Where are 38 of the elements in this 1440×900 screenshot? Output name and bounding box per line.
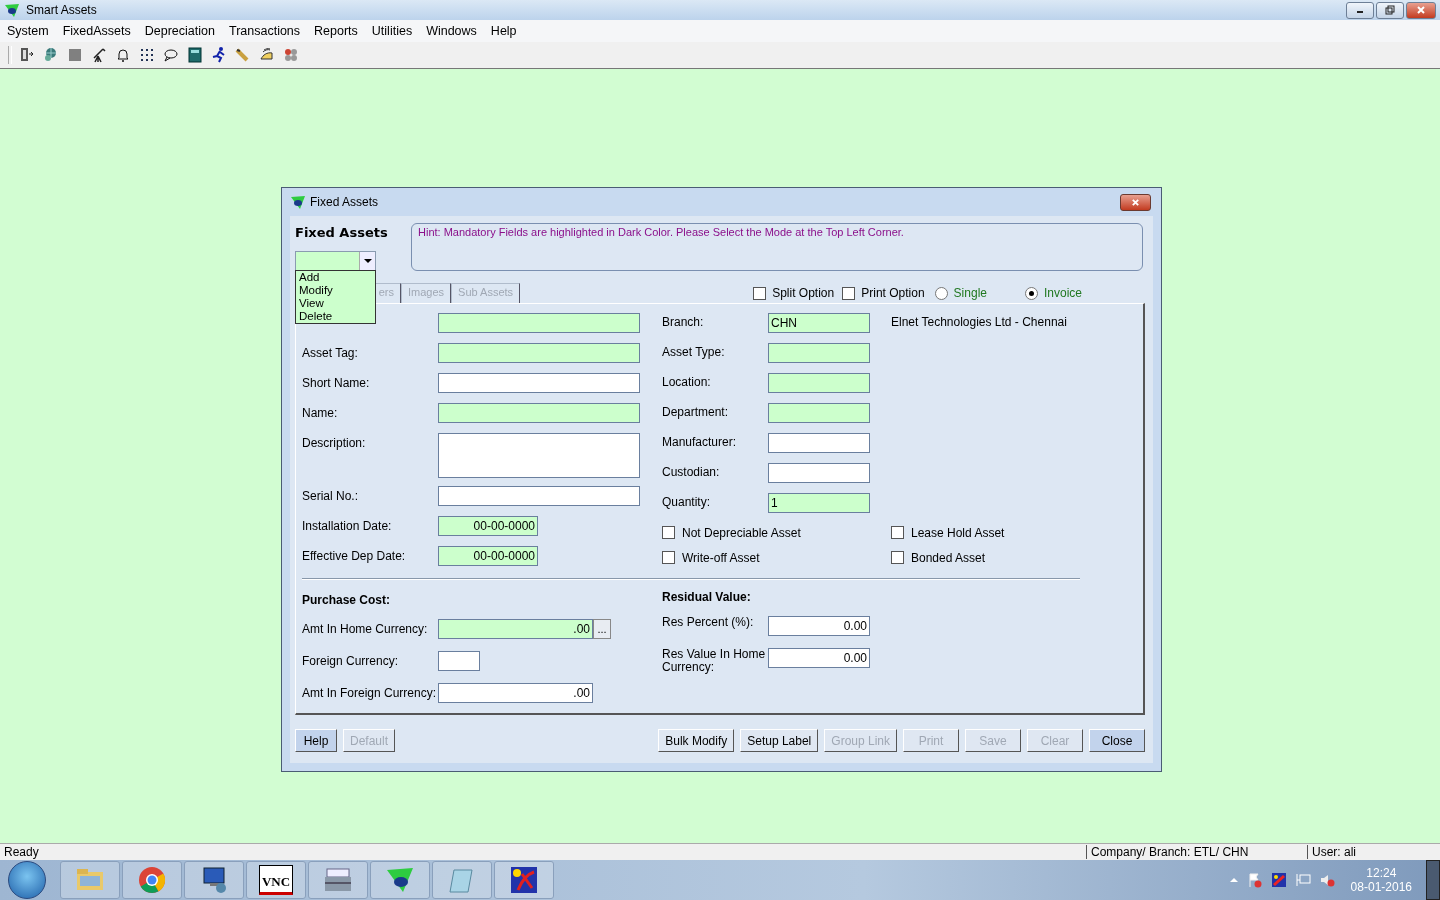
hint-text: Hint: Mandatory Fields are highlighted in Dark Color. Please Select the Mode at the Top Left Corner.	[418, 226, 904, 238]
checkbox-label: Lease Hold Asset	[911, 525, 1005, 540]
field-label: Asset Tag:	[302, 346, 358, 360]
field-label: Name:	[302, 406, 338, 420]
field-label: Foreign Currency:	[302, 654, 399, 668]
vnc-logo: VNC	[258, 865, 294, 895]
field-label: Quantity:	[662, 494, 712, 509]
field-label: Installation Date:	[302, 519, 392, 533]
form-heading: Fixed Assets	[295, 225, 389, 240]
status-text: Company/ Branch: ETL/ CHN	[1086, 845, 1307, 859]
field-label: Res Value In Home Currency:	[662, 647, 766, 674]
field-label: Department:	[662, 404, 730, 419]
status-text: Ready	[3, 845, 40, 859]
field-label: Serial No.:	[302, 489, 359, 503]
field-label: Amt In Foreign Currency:	[302, 686, 437, 700]
section-heading: Residual Value:	[662, 590, 752, 606]
field-label: Location:	[662, 374, 712, 389]
field-label: Custodian:	[662, 464, 721, 479]
field-label: Branch:	[662, 314, 705, 329]
status-text: User: ali	[1307, 845, 1356, 859]
checkbox-label: Not Depreciable Asset	[682, 525, 801, 540]
checkbox-label: Write-off Asset	[682, 550, 760, 565]
field-label: Res Percent (%):	[662, 615, 754, 629]
window-title: Smart Assets	[26, 3, 97, 17]
company-name: Elnet Technologies Ltd - Chennai	[891, 315, 1067, 329]
field-label: Amt In Home Currency:	[302, 622, 428, 636]
field-label: Short Name:	[302, 376, 370, 390]
field-label: Manufacturer:	[662, 434, 738, 449]
option-label: Single	[953, 286, 987, 300]
section-heading: Purchase Cost:	[302, 593, 392, 609]
option-label: Invoice	[1043, 286, 1082, 300]
dialog-title: Fixed Assets	[310, 195, 379, 209]
option-label: Print Option	[861, 286, 925, 300]
field-label: Description:	[302, 436, 366, 450]
checkbox-label: Bonded Asset	[911, 550, 986, 565]
field-label: Asset Type:	[662, 344, 726, 359]
field-label: Effective Dep Date:	[302, 549, 406, 563]
option-label: Split Option	[772, 286, 835, 300]
